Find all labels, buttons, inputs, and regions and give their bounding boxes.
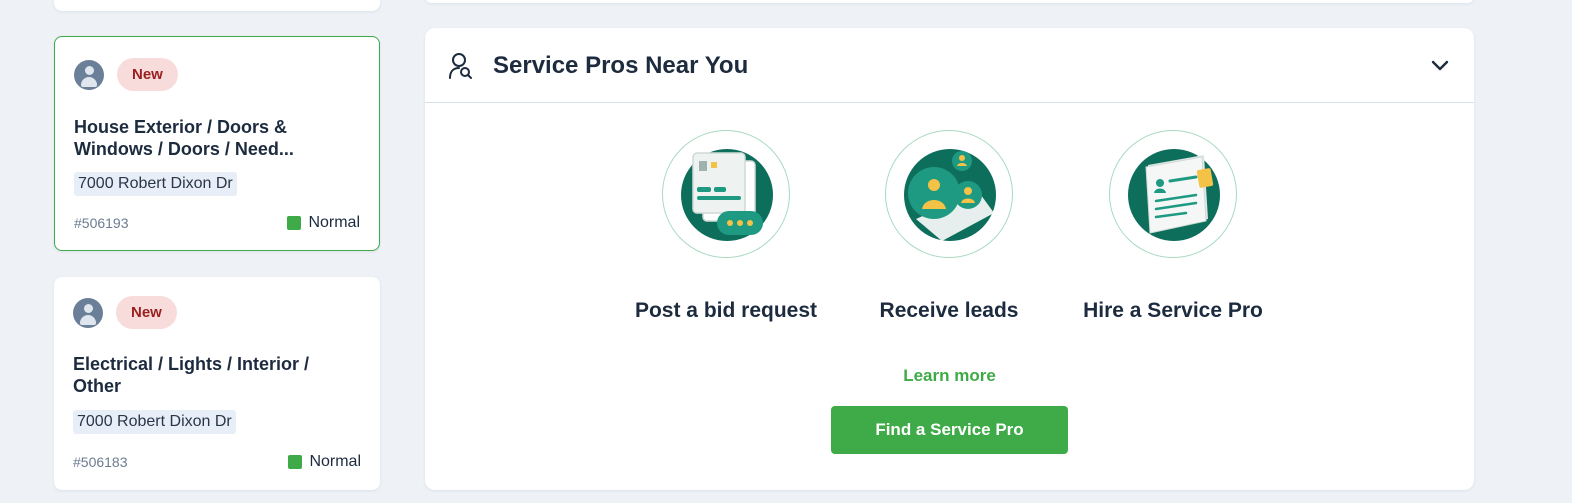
priority-label: Normal [308,214,360,231]
status-badge: New [117,58,178,91]
ticket-title[interactable]: Electrical / Lights / Interior / Other [73,353,343,397]
find-service-pro-button[interactable]: Find a Service Pro [831,406,1068,454]
chevron-down-icon[interactable] [1430,55,1450,75]
priority-indicator-icon [288,455,303,469]
status-badge: New [116,296,177,329]
ticket-header: New [73,296,177,329]
avatar [74,59,104,90]
step-label: Receive leads [879,299,1019,322]
ticket-priority: Normal [287,214,360,232]
ticket-card[interactable]: New Electrical / Lights / Interior / Oth… [54,277,380,490]
bid-request-illustration-icon [662,130,790,258]
step-hire-pro: Hire a Service Pro [1063,130,1283,323]
panel-title: Service Pros Near You [493,52,749,79]
ticket-card[interactable]: New House Exterior / Doors & Windows / D… [54,36,380,251]
ticket-id: #506193 [74,215,129,231]
ticket-address: 7000 Robert Dixon Dr [73,410,236,434]
step-post-bid: Post a bid request [616,130,836,323]
ticket-address: 7000 Robert Dixon Dr [74,172,237,196]
hire-pro-illustration-icon [1109,130,1237,258]
step-receive-leads: Receive leads [839,130,1059,323]
priority-indicator-icon [287,216,302,230]
panel-header[interactable]: Service Pros Near You [425,28,1474,103]
learn-more-link[interactable]: Learn more [425,366,1474,386]
ticket-priority: Normal [288,453,361,471]
ticket-id: #506183 [73,454,128,470]
previous-ticket-card[interactable] [54,0,380,11]
avatar [73,297,103,328]
ticket-header: New [74,58,178,91]
service-pros-panel: Service Pros Near You Post a bid request… [425,28,1474,490]
step-label: Post a bid request [634,299,818,322]
previous-panel [425,0,1474,3]
step-label: Hire a Service Pro [1083,299,1263,322]
person-search-icon [449,52,473,80]
ticket-title[interactable]: House Exterior / Doors & Windows / Doors… [74,116,334,160]
priority-label: Normal [309,453,361,470]
receive-leads-illustration-icon [885,130,1013,258]
